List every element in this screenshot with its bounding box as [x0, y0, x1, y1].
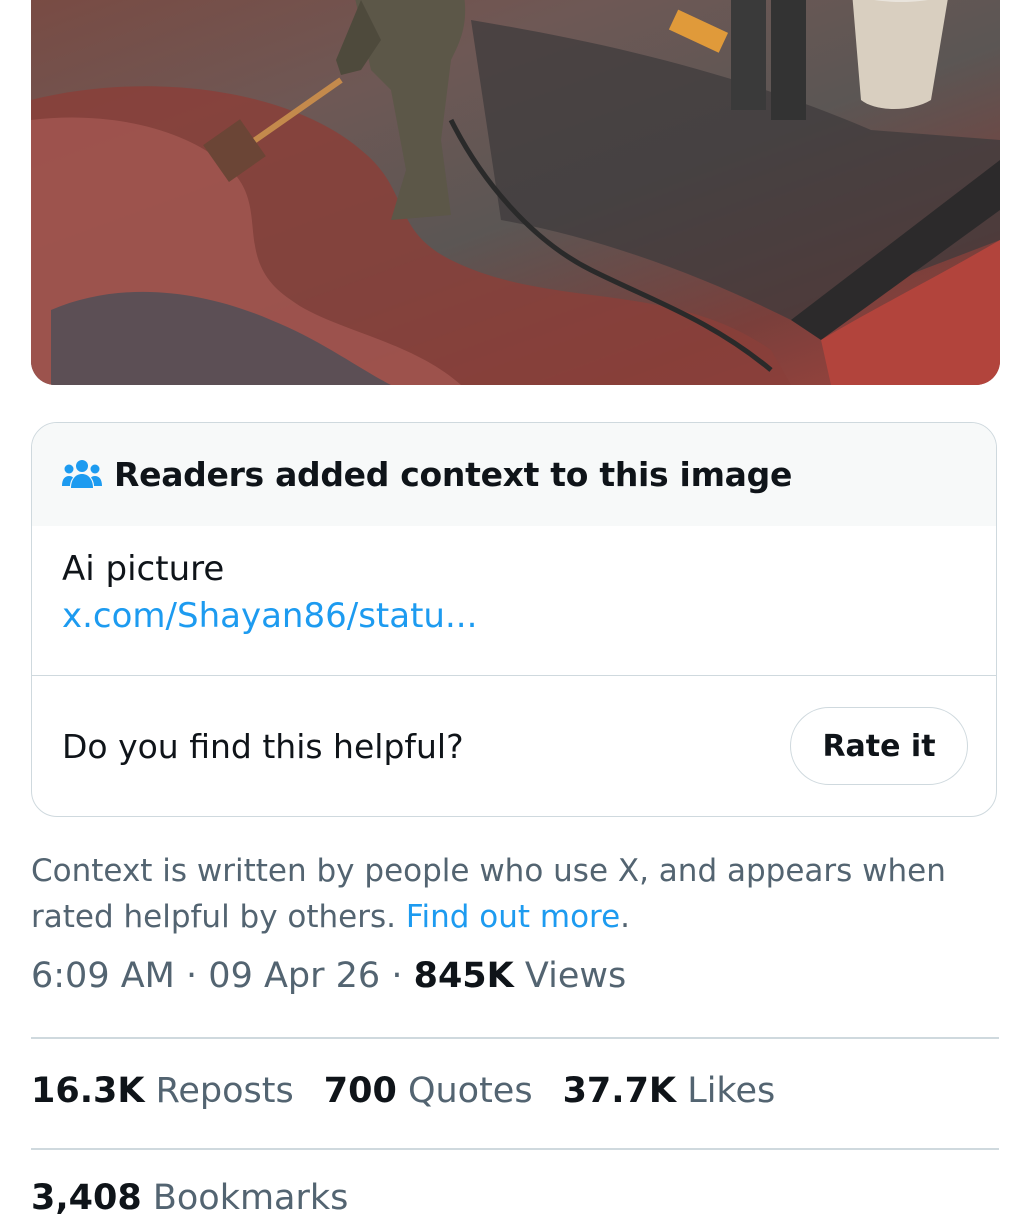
- bookmarks-label: Bookmarks: [152, 1178, 349, 1218]
- divider: [31, 1148, 999, 1150]
- likes-stat[interactable]: 37.7K Likes: [563, 1071, 776, 1111]
- community-note-title: Readers added context to this image: [114, 455, 793, 494]
- bookmarks-count: 3,408: [31, 1178, 142, 1218]
- helpful-question: Do you find this helpful?: [62, 726, 464, 766]
- rate-it-button[interactable]: Rate it: [790, 707, 968, 785]
- tweet-time[interactable]: 6:09 AM: [31, 956, 175, 996]
- community-note-source-link[interactable]: x.com/Shayan86/statu...: [62, 592, 966, 640]
- community-note-text: Ai picture: [62, 549, 225, 589]
- community-note-header: Readers added context to this image: [32, 423, 996, 526]
- meta-separator: ·: [186, 956, 198, 996]
- tweet-date[interactable]: 09 Apr 26: [208, 956, 380, 996]
- reposts-count: 16.3K: [31, 1071, 145, 1111]
- community-note: Readers added context to this image Ai p…: [31, 422, 997, 817]
- views-label: Views: [524, 956, 627, 996]
- views-count: 845K: [413, 956, 514, 996]
- community-note-body: Ai picture x.com/Shayan86/statu...: [32, 526, 996, 676]
- quotes-label: Quotes: [407, 1071, 533, 1111]
- likes-label: Likes: [687, 1071, 776, 1111]
- people-icon: [62, 458, 102, 492]
- tweet-meta: 6:09 AM · 09 Apr 26 · 845K Views: [31, 956, 626, 996]
- meta-separator: ·: [391, 956, 403, 996]
- quotes-count: 700: [323, 1071, 397, 1111]
- community-note-feedback: Do you find this helpful? Rate it: [32, 676, 996, 816]
- community-notes-disclaimer: Context is written by people who use X, …: [31, 848, 991, 940]
- likes-count: 37.7K: [562, 1071, 677, 1111]
- quotes-stat[interactable]: 700 Quotes: [324, 1071, 533, 1111]
- divider: [31, 1037, 999, 1039]
- tweet-photo[interactable]: [31, 0, 1000, 385]
- disclaimer-end: .: [620, 899, 631, 935]
- find-out-more-link[interactable]: Find out more: [406, 899, 620, 935]
- bookmarks-stat[interactable]: 3,408 Bookmarks: [31, 1178, 348, 1218]
- reposts-label: Reposts: [155, 1071, 294, 1111]
- reposts-stat[interactable]: 16.3K Reposts: [31, 1071, 294, 1111]
- tweet-stats: 16.3K Reposts 700 Quotes 37.7K Likes: [31, 1071, 805, 1111]
- photo-scene: [31, 0, 1000, 385]
